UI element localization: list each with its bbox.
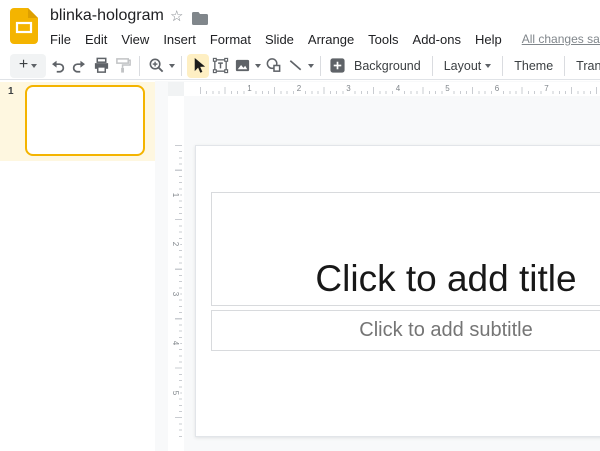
transition-button[interactable]: Transition xyxy=(570,54,600,78)
undo-button[interactable] xyxy=(46,54,68,78)
menu-view[interactable]: View xyxy=(121,32,149,47)
new-slide-button[interactable]: + xyxy=(10,54,46,78)
line-icon xyxy=(287,57,304,74)
h-ruler-label: 5 xyxy=(443,83,451,94)
v-ruler-label: 4 xyxy=(170,339,180,347)
document-title[interactable]: blinka-hologram xyxy=(50,7,164,25)
move-folder-icon[interactable] xyxy=(192,12,208,25)
print-icon xyxy=(93,57,110,74)
menu-insert[interactable]: Insert xyxy=(163,32,196,47)
h-ruler-label: 4 xyxy=(394,83,402,94)
line-dropdown[interactable] xyxy=(306,54,315,78)
chevron-down-icon xyxy=(485,64,491,68)
layout-button[interactable]: Layout xyxy=(438,54,498,78)
ruler-corner xyxy=(168,82,184,96)
background-button-label: Background xyxy=(354,59,421,73)
insert-line-button[interactable] xyxy=(284,54,306,78)
horizontal-ruler: 1 2 3 4 5 6 7 xyxy=(184,82,600,96)
toolbar-divider xyxy=(502,56,503,76)
title-placeholder[interactable]: Click to add title xyxy=(211,192,600,306)
v-ruler-label: 2 xyxy=(170,240,180,248)
paint-format-button[interactable] xyxy=(112,54,134,78)
chevron-down-icon xyxy=(31,64,37,68)
menu-tools[interactable]: Tools xyxy=(368,32,398,47)
star-icon[interactable]: ☆ xyxy=(170,9,183,24)
undo-icon xyxy=(49,57,66,74)
insert-shape-button[interactable] xyxy=(262,54,284,78)
zoom-button[interactable] xyxy=(145,54,167,78)
slide-number: 1 xyxy=(8,86,14,97)
toolbar-divider xyxy=(181,56,182,76)
toolbar-divider xyxy=(432,56,433,76)
paint-format-icon xyxy=(115,57,132,74)
h-ruler-label: 1 xyxy=(245,83,253,94)
background-button[interactable]: Background xyxy=(348,54,427,78)
title-placeholder-text: Click to add title xyxy=(212,259,600,300)
slide-filmstrip: 1 xyxy=(0,81,155,451)
chevron-down-icon xyxy=(169,64,175,68)
menu-add-ons[interactable]: Add-ons xyxy=(413,32,461,47)
h-ruler-label: 2 xyxy=(295,83,303,94)
slide-1-thumbnail[interactable] xyxy=(25,85,145,156)
filmstrip-slide-1[interactable]: 1 xyxy=(0,82,155,161)
main-area: 1 1 2 3 4 5 6 7 1 2 3 xyxy=(0,81,600,451)
google-slides-app: blinka-hologram ☆ File Edit View Insert … xyxy=(0,0,600,451)
chevron-down-icon xyxy=(308,64,314,68)
text-box-icon xyxy=(212,57,229,74)
save-status-link[interactable]: All changes saved in Drive xyxy=(522,32,600,46)
add-comment-button[interactable] xyxy=(326,54,348,78)
subtitle-placeholder-text: Click to add subtitle xyxy=(359,319,532,342)
subtitle-placeholder[interactable]: Click to add subtitle xyxy=(211,310,600,351)
canvas-area: 1 2 3 4 5 6 7 1 2 3 4 5 Click to add tit… xyxy=(155,81,600,451)
redo-button[interactable] xyxy=(68,54,90,78)
shape-icon xyxy=(265,57,282,74)
theme-button-label: Theme xyxy=(514,59,553,73)
v-ruler-label: 5 xyxy=(170,388,180,396)
menu-edit[interactable]: Edit xyxy=(85,32,107,47)
plus-icon: + xyxy=(19,57,28,73)
image-icon xyxy=(234,57,251,74)
menu-help[interactable]: Help xyxy=(475,32,502,47)
chevron-down-icon xyxy=(255,64,261,68)
v-ruler-label: 3 xyxy=(170,289,180,297)
menu-arrange[interactable]: Arrange xyxy=(308,32,354,47)
text-box-button[interactable] xyxy=(209,54,231,78)
transition-button-label: Transition xyxy=(576,59,600,73)
google-slides-logo-icon[interactable] xyxy=(10,8,38,44)
insert-image-button[interactable] xyxy=(231,54,253,78)
zoom-dropdown[interactable] xyxy=(167,54,176,78)
theme-button[interactable]: Theme xyxy=(508,54,559,78)
toolbar-divider xyxy=(320,56,321,76)
menu-slide[interactable]: Slide xyxy=(265,32,294,47)
image-dropdown[interactable] xyxy=(253,54,262,78)
print-button[interactable] xyxy=(90,54,112,78)
layout-button-label: Layout xyxy=(444,59,482,73)
toolbar-divider xyxy=(564,56,565,76)
add-comment-icon xyxy=(329,57,346,74)
h-ruler-label: 3 xyxy=(344,83,352,94)
v-ruler-label: 1 xyxy=(170,190,180,198)
h-ruler-label: 7 xyxy=(542,83,550,94)
select-cursor-icon xyxy=(190,57,207,74)
toolbar: + xyxy=(0,52,600,80)
menu-file[interactable]: File xyxy=(50,32,71,47)
select-tool-button[interactable] xyxy=(187,54,209,78)
menu-bar: File Edit View Insert Format Slide Arran… xyxy=(50,29,600,49)
menu-format[interactable]: Format xyxy=(210,32,251,47)
h-ruler-label: 6 xyxy=(493,83,501,94)
slide-editor[interactable]: Click to add title Click to add subtitle xyxy=(195,145,600,437)
redo-icon xyxy=(71,57,88,74)
toolbar-divider xyxy=(139,56,140,76)
vertical-ruler: 1 2 3 4 5 xyxy=(168,96,184,451)
header: blinka-hologram ☆ File Edit View Insert … xyxy=(0,0,600,52)
zoom-icon xyxy=(148,57,165,74)
